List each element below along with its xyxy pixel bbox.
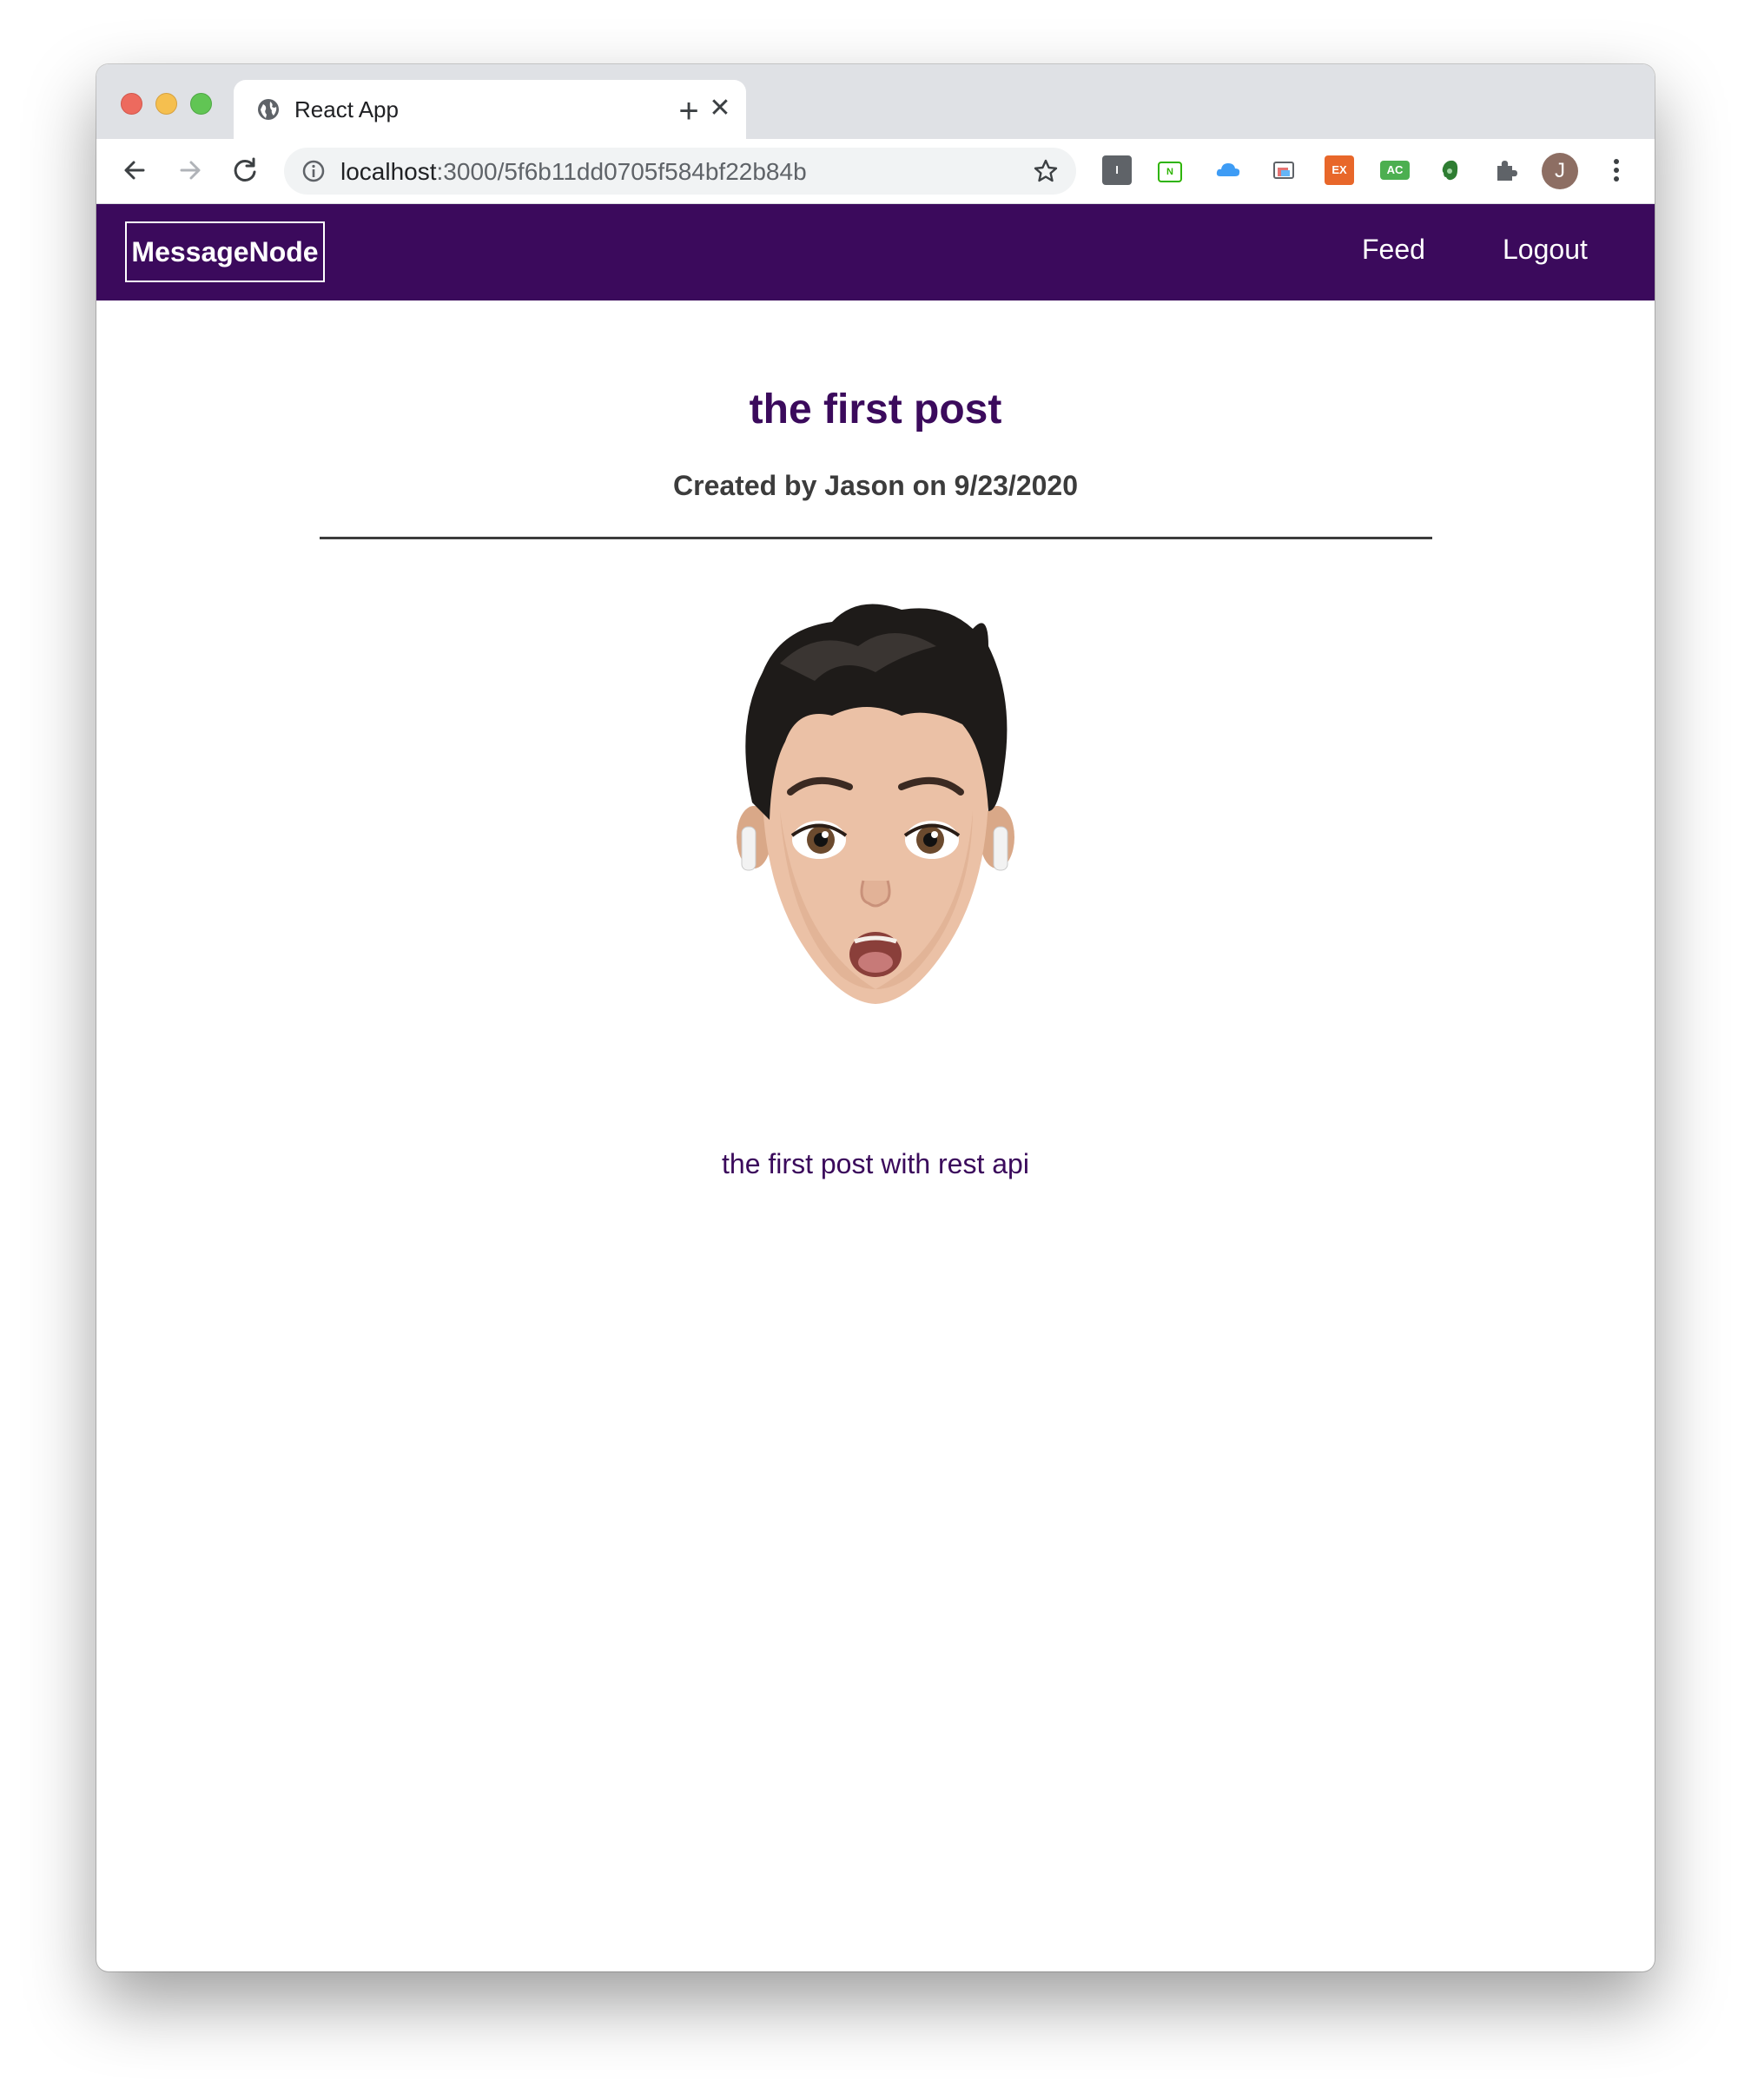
instapaper-extension-icon[interactable]: I <box>1102 155 1132 185</box>
post-title: the first post <box>749 386 1002 433</box>
forward-arrow-icon[interactable] <box>173 153 208 188</box>
post-image <box>737 604 1014 1004</box>
browser-toolbar: localhost:3000/5f6b11dd0705f584bf22b84b … <box>96 139 1655 204</box>
evernote-extension-icon[interactable] <box>1436 155 1465 185</box>
address-bar[interactable]: localhost:3000/5f6b11dd0705f584bf22b84b <box>284 148 1076 195</box>
info-icon[interactable] <box>301 159 326 183</box>
reload-icon[interactable] <box>228 153 263 188</box>
ex-extension-icon[interactable]: EX <box>1325 155 1354 185</box>
tab-title: React App <box>294 96 399 122</box>
close-window-button[interactable] <box>121 93 142 115</box>
post-meta: Created by Jason on 9/23/2020 <box>673 470 1078 501</box>
url-host: localhost <box>340 158 437 185</box>
url-path: :3000/5f6b11dd0705f584bf22b84b <box>436 158 807 185</box>
close-icon[interactable]: ✕ <box>705 94 735 123</box>
ac-extension-icon[interactable]: AC <box>1380 161 1410 180</box>
post-content: the first post with rest api <box>722 1148 1029 1179</box>
minimize-window-button[interactable] <box>155 93 177 115</box>
screenshot-extension-icon[interactable] <box>1269 155 1298 185</box>
browser-window: React App ✕ + localhost:3000/5f6b11dd070… <box>96 64 1655 1971</box>
bookmark-star-icon[interactable] <box>1033 158 1059 184</box>
back-arrow-icon[interactable] <box>117 153 152 188</box>
cloud-extension-icon[interactable] <box>1213 155 1243 185</box>
more-menu-icon[interactable] <box>1599 153 1634 188</box>
profile-avatar[interactable]: J <box>1542 153 1578 189</box>
logo-link[interactable]: MessageNode <box>125 221 325 282</box>
app-header: MessageNode Feed Logout <box>96 204 1655 300</box>
post-divider <box>320 537 1432 539</box>
nav-link-feed[interactable]: Feed <box>1362 234 1425 266</box>
url-text: localhost:3000/5f6b11dd0705f584bf22b84b <box>340 158 807 186</box>
zoom-window-button[interactable] <box>190 93 212 115</box>
new-tab-button[interactable]: + <box>670 94 708 132</box>
globe-icon <box>258 99 279 120</box>
naver-extension-icon[interactable]: N <box>1158 162 1182 182</box>
tab-strip: React App ✕ + <box>96 64 1655 139</box>
puzzle-extension-icon[interactable] <box>1491 155 1521 185</box>
nav-link-logout[interactable]: Logout <box>1503 234 1588 266</box>
